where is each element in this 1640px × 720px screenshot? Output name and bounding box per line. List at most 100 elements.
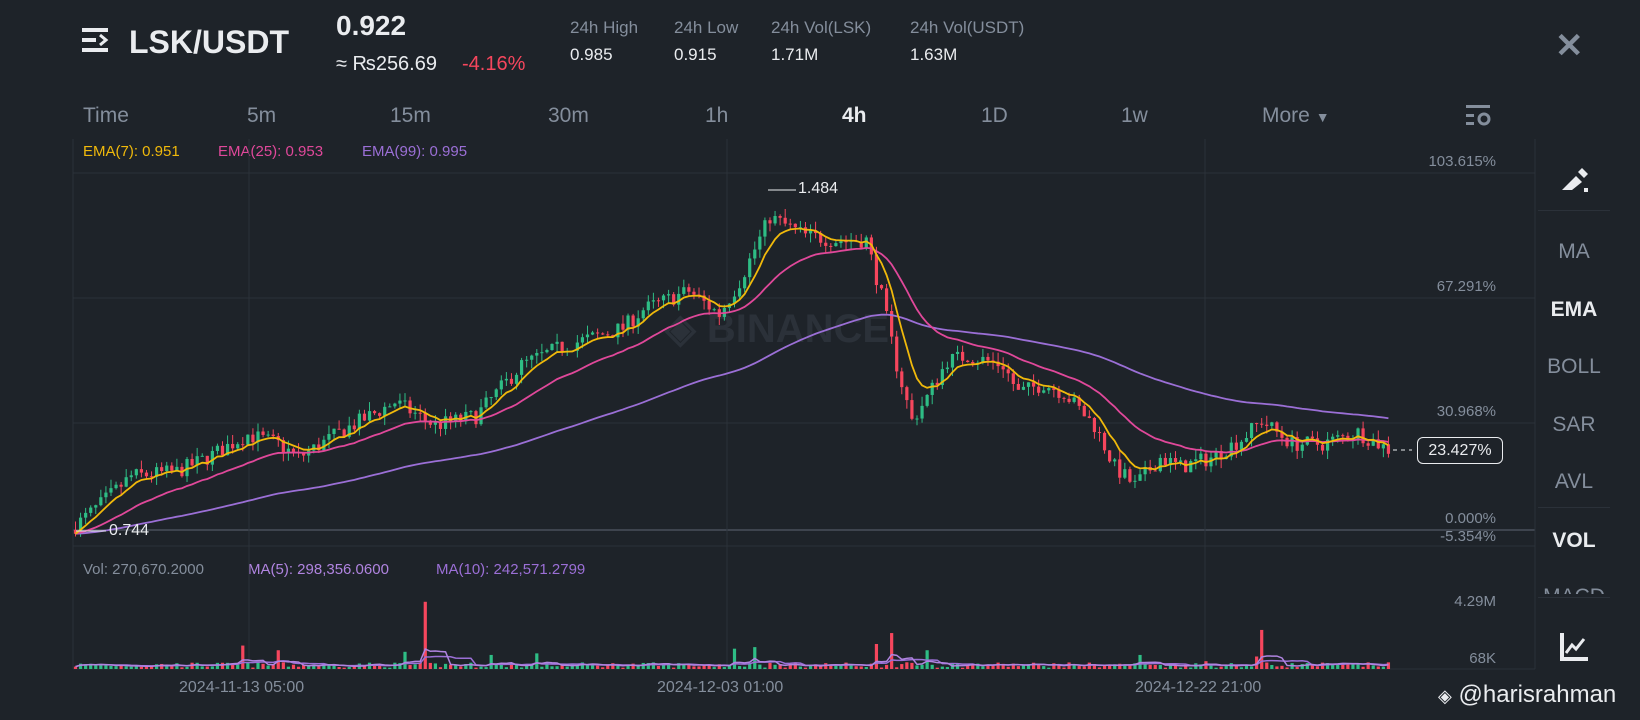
volume-bar [469,662,473,669]
candle [514,374,519,384]
volume-bar [124,666,128,669]
indicator-sar[interactable]: SAR [1538,413,1610,437]
indicator-ema[interactable]: EMA [1538,298,1610,322]
x-tick: 2024-11-13 05:00 [179,679,305,696]
indicator-boll[interactable]: BOLL [1538,355,1610,379]
volume-bar [874,643,879,669]
candle [327,434,331,440]
candle [393,403,397,407]
candle [1031,382,1036,387]
volume-bar [504,667,508,669]
candle [905,387,909,401]
candle [1138,474,1142,481]
volume-bar [94,665,98,669]
candle [99,497,103,506]
candle [185,458,189,477]
volume-bar [509,664,514,669]
volume-bar [388,667,392,669]
volume-bar [895,667,899,669]
candle [763,220,767,237]
candle [1128,469,1132,482]
candle [945,367,950,370]
candle [251,434,255,443]
volume-bar [621,667,625,669]
volume-bar [697,666,701,669]
candle [519,360,524,375]
indicator-macd-label: MACD [1543,585,1605,594]
candle [651,300,655,302]
candle [144,472,149,477]
watermark: ◈ @harisrahman [1438,681,1616,709]
candle [1265,424,1269,426]
candle [220,445,225,456]
candle [160,467,164,472]
volume-bar [991,665,995,669]
candle [768,220,772,224]
volume-bar [251,667,255,669]
volume-bar [1305,663,1309,669]
candle [104,492,108,498]
volume-bar [266,665,270,669]
indicator-vol[interactable]: VOL [1538,529,1610,553]
volume-bar [317,666,321,669]
indicator-avl[interactable]: AVL [1538,470,1610,494]
candle [504,378,508,381]
candle [1290,437,1294,447]
candle [1194,459,1198,462]
candle [773,216,777,224]
candle [525,359,529,361]
candle [1173,458,1178,462]
indicator-macd[interactable]: MACD [1538,585,1610,594]
volume-bar [276,650,280,669]
volume-bar [540,666,544,669]
volume-bar [489,654,493,669]
candle [1255,423,1259,425]
candle [682,287,686,294]
candle [1341,435,1345,437]
vol-tick: 4.29M [1454,593,1496,610]
volume-bar [241,645,245,669]
candle [271,434,275,437]
volume-bar [484,667,488,669]
candle [337,428,341,430]
candle [1062,397,1066,399]
volume-bar [99,664,103,669]
volume-bar [616,666,620,669]
volume-bar [945,667,950,669]
candle [712,309,716,311]
candle [550,343,554,351]
volume-bar [930,664,934,669]
volume-bar [1097,667,1102,669]
candle [737,288,742,297]
candle [1087,416,1091,418]
volume-bar [479,666,483,669]
volume-bar [1295,667,1299,669]
candle [783,217,787,224]
candle [1026,382,1031,387]
candle [884,288,889,312]
candle [966,360,970,363]
volume-bar [859,666,863,669]
indicator-ma[interactable]: MA [1538,240,1610,264]
volume-bar [1102,665,1107,669]
candle [1158,457,1162,472]
candle [139,469,143,473]
candle [656,300,661,302]
volume-bar [261,663,265,669]
candle [469,411,473,413]
candlestick-chart[interactable]: ◈ BINANCE [0,0,1640,720]
candle [1082,405,1086,417]
draw-tool-icon[interactable] [1560,166,1590,199]
candle [236,444,240,449]
volume-bar [180,667,184,669]
candle [955,351,960,354]
candle [1123,469,1127,478]
volume-bar [596,665,600,669]
candle [84,512,88,518]
candle [793,223,797,228]
volume-bar [129,666,133,669]
volume-bar [743,666,747,669]
volume-bar [408,665,412,669]
chart-type-icon[interactable] [1560,633,1588,666]
candle [1092,417,1097,433]
